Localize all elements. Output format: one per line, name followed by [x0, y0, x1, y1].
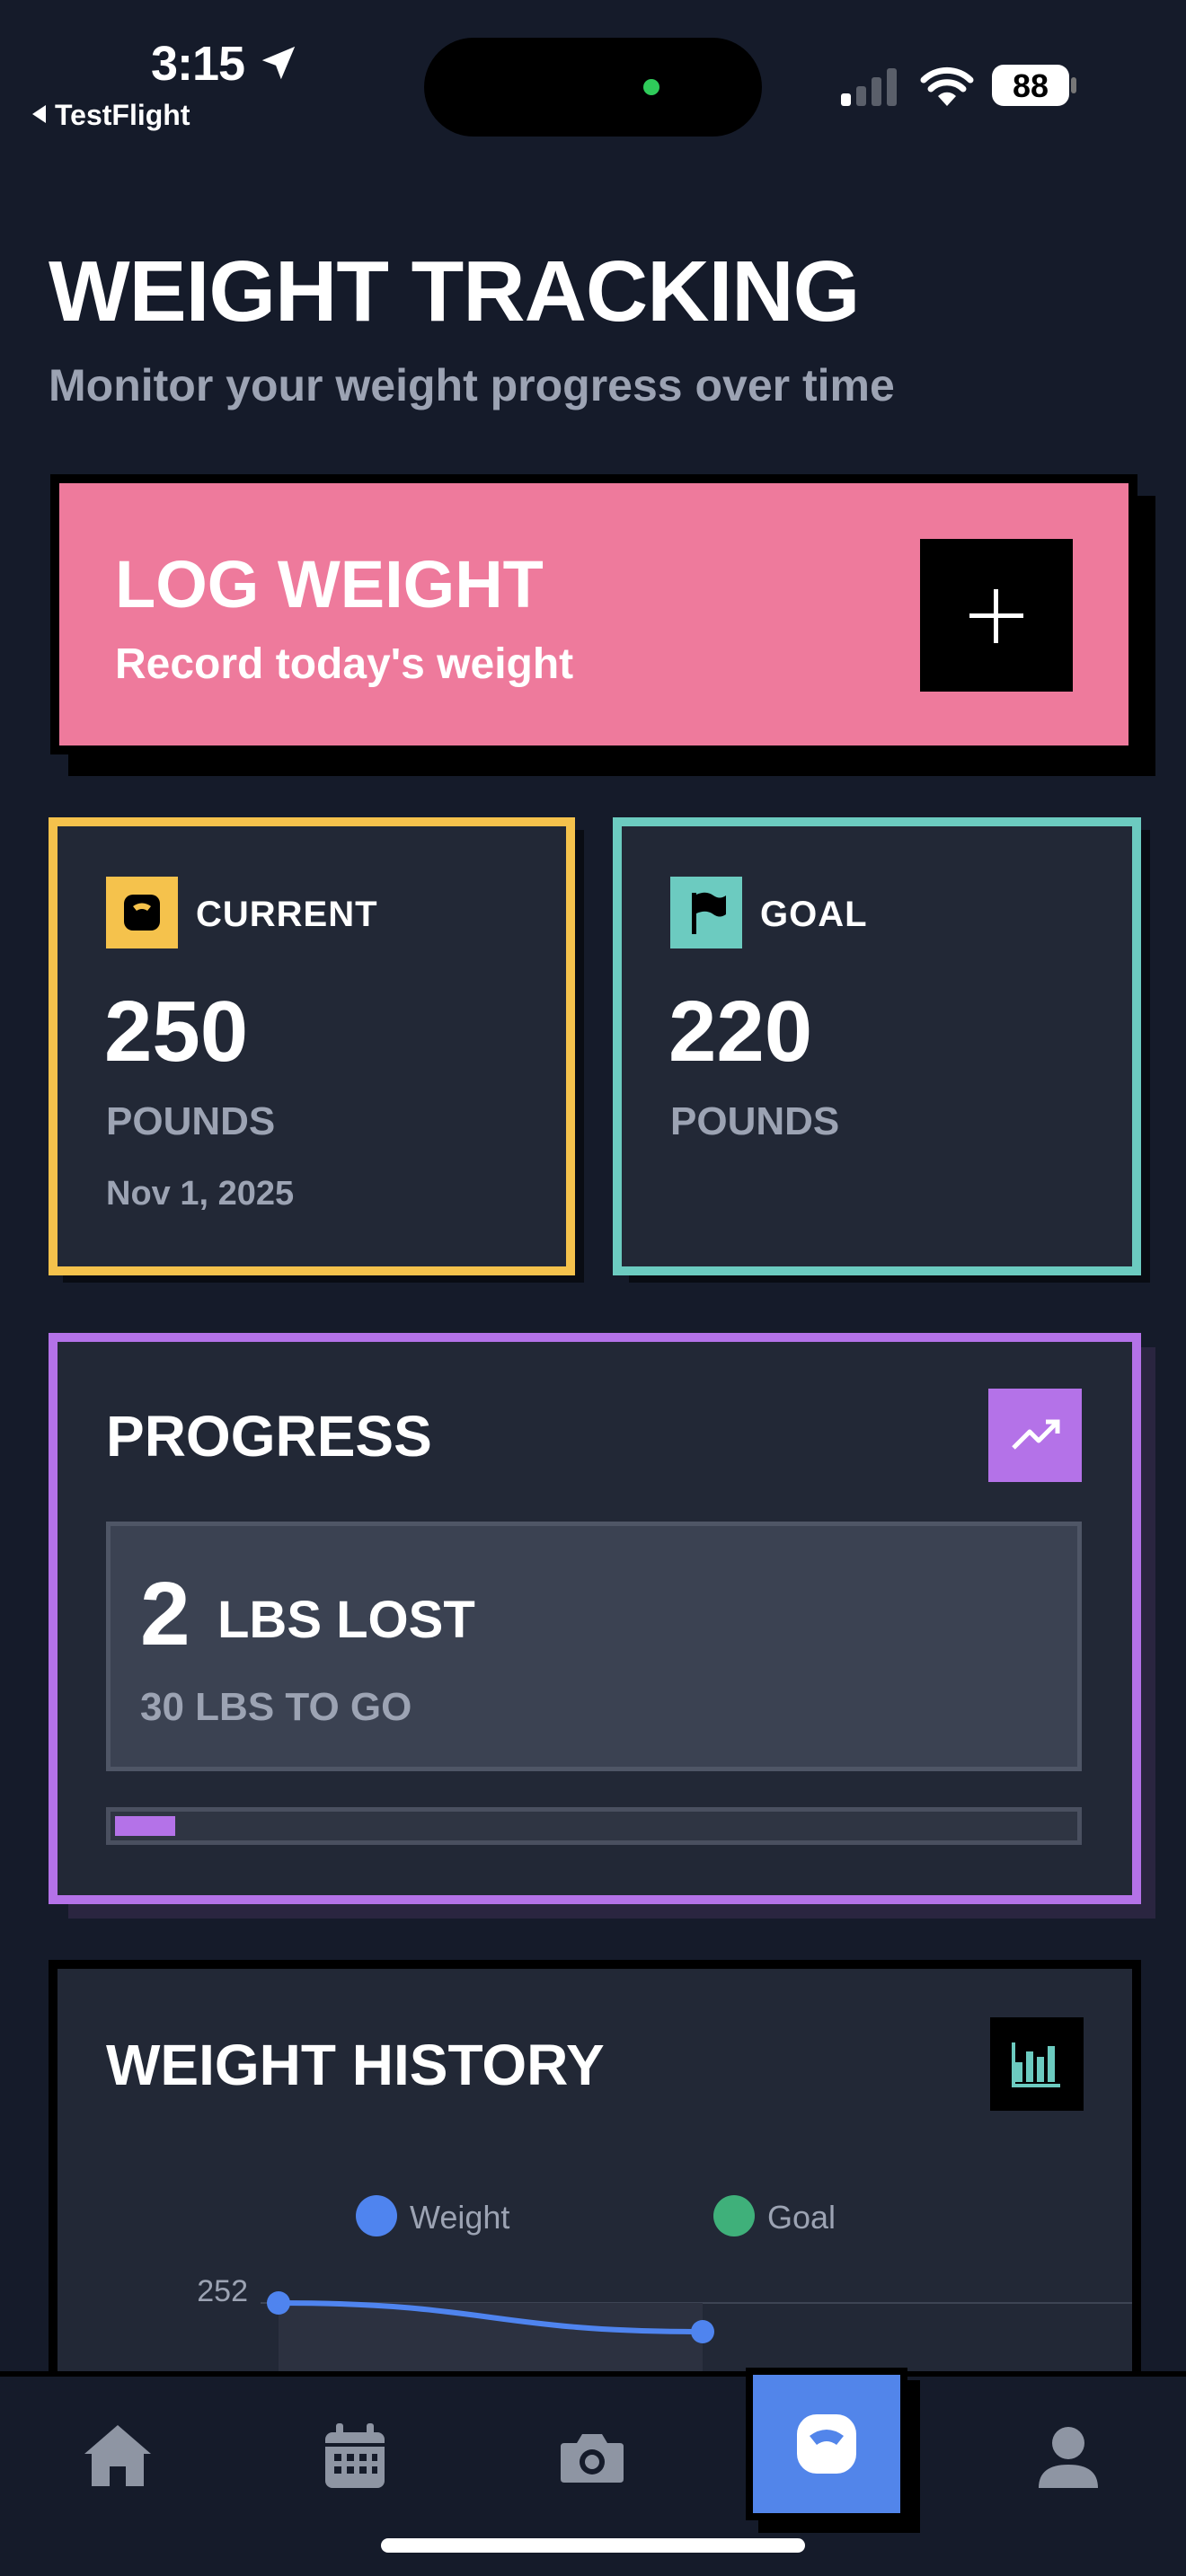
weight-data-point [267, 2291, 290, 2315]
page-subtitle: Monitor your weight progress over time [49, 360, 895, 410]
home-indicator [381, 2538, 805, 2553]
calendar-icon [325, 2423, 385, 2488]
tab-home[interactable] [77, 2416, 158, 2497]
lbs-lost-label: LBS LOST [217, 1591, 475, 1649]
location-arrow-icon [261, 46, 296, 80]
weight-history-chart [261, 2291, 1132, 2380]
legend-weight-label: Weight [410, 2199, 510, 2236]
goal-unit: POUNDS [670, 1099, 840, 1143]
goal-label: GOAL [760, 895, 868, 934]
battery-indicator: 88 [990, 63, 1078, 108]
weight-data-point [691, 2320, 714, 2343]
scale-icon [797, 2414, 856, 2474]
legend-goal-label: Goal [767, 2199, 836, 2236]
back-to-app-link[interactable]: TestFlight [32, 99, 190, 132]
goal-value: 220 [668, 984, 813, 1080]
current-label: CURRENT [196, 895, 378, 934]
bar-chart-icon [990, 2017, 1084, 2111]
battery-level: 88 [1012, 67, 1049, 104]
flag-icon [670, 877, 742, 948]
current-value: 250 [104, 984, 249, 1080]
plus-icon[interactable] [920, 539, 1073, 692]
legend-goal-marker [713, 2195, 755, 2236]
lbs-lost-value: 2 [140, 1564, 190, 1664]
status-time: 3:15 [151, 37, 245, 91]
person-icon [1039, 2427, 1098, 2488]
current-date: Nov 1, 2025 [106, 1175, 295, 1213]
weight-history-title: WEIGHT HISTORY [106, 2033, 605, 2097]
home-icon [84, 2425, 151, 2486]
back-app-label: TestFlight [55, 99, 190, 131]
tab-profile[interactable] [1028, 2416, 1109, 2497]
tab-weight[interactable] [746, 2368, 907, 2520]
log-weight-title: LOG WEIGHT [115, 547, 544, 622]
back-triangle-icon [32, 105, 46, 123]
legend-weight-marker [356, 2195, 397, 2236]
progress-bar-fill [115, 1816, 175, 1836]
trending-up-icon [988, 1389, 1082, 1482]
camera-icon [561, 2434, 624, 2483]
dynamic-island [424, 38, 762, 137]
current-unit: POUNDS [106, 1099, 276, 1143]
cellular-signal-icon [841, 68, 897, 106]
wifi-icon [920, 66, 974, 106]
scale-icon [106, 877, 178, 948]
log-weight-subtitle: Record today's weight [115, 640, 574, 688]
camera-indicator-dot [643, 79, 659, 95]
tab-camera[interactable] [552, 2416, 633, 2497]
lbs-to-go: 30 LBS TO GO [140, 1685, 412, 1729]
progress-bar [106, 1807, 1082, 1845]
tab-calendar[interactable] [314, 2416, 395, 2497]
progress-title: PROGRESS [106, 1404, 432, 1469]
page-title: WEIGHT TRACKING [49, 243, 860, 340]
weight-area-fill [279, 2303, 703, 2380]
